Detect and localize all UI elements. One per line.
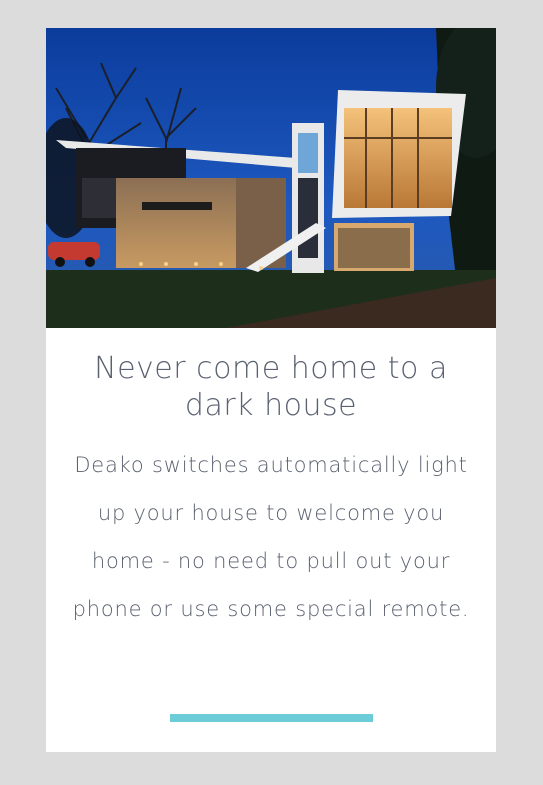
card-title: Never come home to a dark house (94, 351, 448, 423)
feature-card: Never come home to a dark house Deako sw… (46, 28, 496, 752)
accent-divider (170, 714, 373, 722)
card-description: Deako switches automatically light up yo… (72, 453, 470, 621)
hero-image (46, 28, 496, 328)
